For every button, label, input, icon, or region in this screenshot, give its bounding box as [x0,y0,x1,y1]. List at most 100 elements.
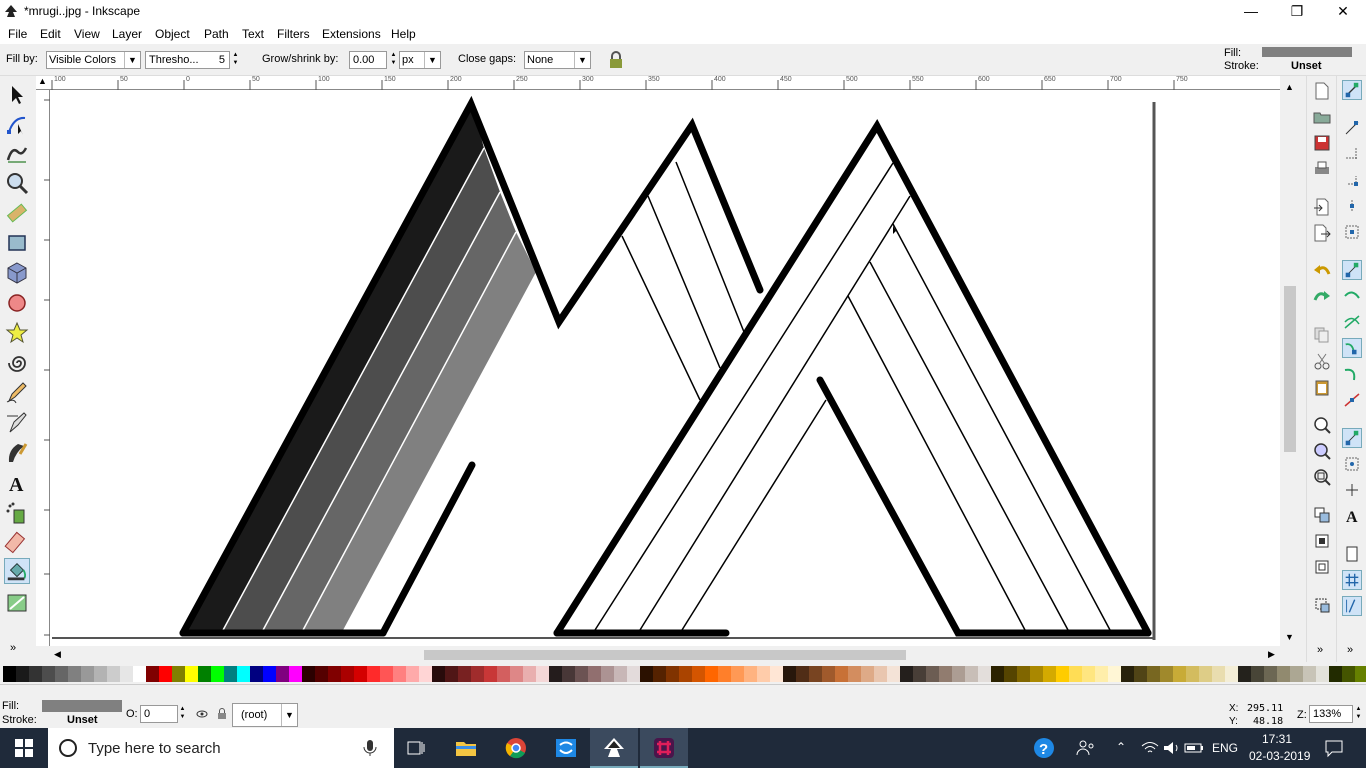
palette-swatch[interactable] [718,666,731,682]
palette-swatch[interactable] [1082,666,1095,682]
snap-bbox-edges-icon[interactable] [1342,144,1362,164]
commands-overflow-icon[interactable]: » [1317,644,1323,656]
microphone-icon[interactable] [360,738,380,758]
people-icon[interactable] [1074,736,1098,760]
vertical-scrollbar[interactable]: ▲ ▼ [1282,80,1298,646]
palette-swatch[interactable] [250,666,263,682]
spiral-tool-icon[interactable] [4,350,30,376]
palette-swatch[interactable] [263,666,276,682]
snap-rotation-centers-icon[interactable] [1342,480,1362,500]
fill-by-select[interactable]: Visible Colors ▼ [46,51,141,69]
palette-swatch[interactable] [965,666,978,682]
menu-text[interactable]: Text [242,27,264,41]
menu-object[interactable]: Object [155,27,190,41]
zoom-selection-icon[interactable] [1313,416,1331,434]
palette-swatch[interactable] [185,666,198,682]
palette-swatch[interactable] [835,666,848,682]
wifi-icon[interactable] [1138,736,1162,760]
snap-smooth-nodes-icon[interactable] [1342,364,1362,384]
palette-swatch[interactable] [68,666,81,682]
palette-swatch[interactable] [601,666,614,682]
clone-icon[interactable] [1313,532,1331,550]
reset-defaults-icon[interactable] [608,51,624,69]
palette-swatch[interactable] [406,666,419,682]
palette-swatch[interactable] [1277,666,1290,682]
snap-page-border-icon[interactable] [1342,544,1362,564]
palette-swatch[interactable] [224,666,237,682]
windows-start-icon[interactable] [12,736,36,760]
palette-swatch[interactable] [1329,666,1342,682]
palette-swatch[interactable] [471,666,484,682]
palette-swatch[interactable] [1212,666,1225,682]
palette-swatch[interactable] [159,666,172,682]
star-tool-icon[interactable] [4,320,30,346]
import-icon[interactable] [1313,198,1331,216]
grow-shrink-stepper[interactable]: ▲ ▼ [389,51,398,69]
palette-swatch[interactable] [887,666,900,682]
scroll-down-icon[interactable]: ▼ [1285,632,1294,642]
palette-swatch[interactable] [848,666,861,682]
zoom-input[interactable]: 133% [1309,705,1353,723]
menu-file[interactable]: File [8,27,27,41]
snap-bbox-centers-icon[interactable] [1342,222,1362,242]
palette-swatch[interactable] [796,666,809,682]
snap-others-icon[interactable] [1342,428,1362,448]
clock-time[interactable]: 17:31 [1262,732,1292,746]
save-icon[interactable] [1313,134,1331,152]
palette-swatch[interactable] [939,666,952,682]
palette-swatch[interactable] [731,666,744,682]
palette-swatch[interactable] [1056,666,1069,682]
layer-visibility-icon[interactable] [196,707,208,721]
cut-icon[interactable] [1313,352,1331,370]
layer-lock-icon[interactable] [216,707,228,721]
palette-swatch[interactable] [302,666,315,682]
palette-swatch[interactable] [523,666,536,682]
palette-swatch[interactable] [913,666,926,682]
palette-swatch[interactable] [1264,666,1277,682]
palette-swatch[interactable] [1069,666,1082,682]
drawing-canvas[interactable] [50,90,1280,646]
open-icon[interactable] [1313,108,1331,126]
palette-swatch[interactable] [1121,666,1134,682]
grow-shrink-input[interactable]: 0.00 [349,51,387,69]
palette-swatch[interactable] [1342,666,1355,682]
palette-swatch[interactable] [367,666,380,682]
palette-swatch[interactable] [692,666,705,682]
style-stroke-value[interactable]: Unset [1291,60,1322,72]
copy-icon[interactable] [1313,326,1331,344]
palette-swatch[interactable] [315,666,328,682]
palette-swatch[interactable] [276,666,289,682]
palette-swatch[interactable] [614,666,627,682]
palette-swatch[interactable] [809,666,822,682]
threshold-input[interactable]: Thresho... 5 [145,51,230,69]
pencil-tool-icon[interactable] [4,380,30,406]
palette-swatch[interactable] [1290,666,1303,682]
menu-extensions[interactable]: Extensions [322,27,381,41]
palette-swatch[interactable] [328,666,341,682]
palette-swatch[interactable] [1147,666,1160,682]
show-hidden-icons-icon[interactable]: ⌃ [1116,740,1126,754]
palette-swatch[interactable] [1355,666,1366,682]
duplicate-icon[interactable] [1313,506,1331,524]
rectangle-tool-icon[interactable] [4,230,30,256]
palette-swatch[interactable] [42,666,55,682]
palette-swatch[interactable] [380,666,393,682]
palette-swatch[interactable] [978,666,991,682]
palette-swatch[interactable] [1316,666,1329,682]
snap-grids-icon[interactable] [1342,570,1362,590]
palette-swatch[interactable] [1199,666,1212,682]
palette-swatch[interactable] [146,666,159,682]
snap-nodes-icon[interactable] [1342,260,1362,280]
palette-swatch[interactable] [822,666,835,682]
opacity-input[interactable]: 0 [140,705,178,723]
3d-box-tool-icon[interactable] [4,260,30,286]
snap-line-midpoints-icon[interactable] [1342,390,1362,410]
chrome-icon[interactable] [504,736,528,760]
palette-swatch[interactable] [172,666,185,682]
opacity-stepper[interactable]: ▲ ▼ [178,705,187,723]
palette-swatch[interactable] [120,666,133,682]
status-fill-swatch[interactable] [42,700,122,712]
palette-swatch[interactable] [705,666,718,682]
snap-bbox-midpoints-icon[interactable] [1342,196,1362,216]
scroll-right-icon[interactable]: ▶ [1268,649,1275,660]
